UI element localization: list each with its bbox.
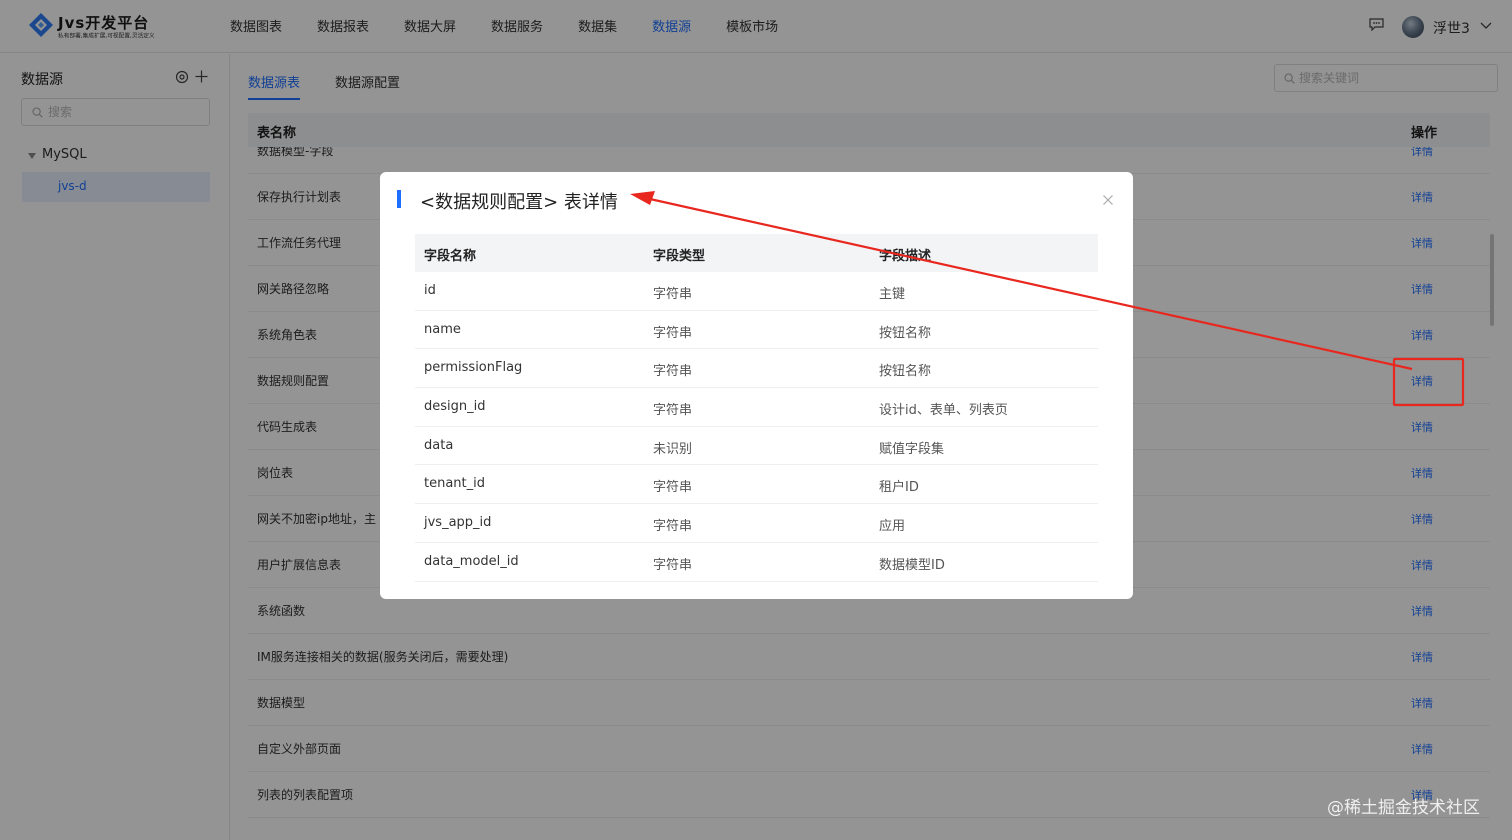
title-accent-bar [397, 190, 401, 208]
watermark: @稀土掘金技术社区 [1327, 798, 1480, 818]
field-row: jvs_app_id 字符串 应用 [415, 504, 1098, 543]
field-table: 字段名称 字段类型 字段描述 id 字符串 主键 name 字符串 按钮名称 permiss… [415, 234, 1098, 582]
field-row: design_id 字符串 设计id、表单、列表页 [415, 388, 1098, 427]
field-name: id [424, 283, 436, 298]
field-type: 字符串 [653, 325, 693, 341]
field-description: 按钮名称 [879, 325, 932, 341]
field-type: 字符串 [653, 480, 693, 496]
field-row: id 字符串 主键 [415, 272, 1098, 311]
field-row: tenant_id 字符串 租户ID [415, 465, 1098, 505]
field-type: 未识别 [653, 441, 693, 457]
field-type: 字符串 [653, 403, 693, 419]
column-header-field-type: 字段类型 [653, 249, 706, 264]
field-description: 租户ID [879, 480, 919, 496]
field-row: name 字符串 按钮名称 [415, 311, 1098, 350]
modal-title: <数据规则配置> 表详情 [420, 192, 618, 213]
field-description: 数据模型ID [879, 557, 945, 573]
column-header-field-name: 字段名称 [424, 249, 477, 264]
field-description: 按钮名称 [879, 364, 932, 380]
field-description: 主键 [879, 287, 906, 302]
field-name: design_id [424, 399, 486, 415]
field-description: 应用 [879, 519, 906, 535]
field-type: 字符串 [653, 557, 693, 573]
field-name: jvs_app_id [424, 515, 492, 531]
field-table-header: 字段名称 字段类型 字段描述 [415, 234, 1098, 272]
field-name: name [424, 321, 461, 337]
field-row: data 未识别 赋值字段集 [415, 427, 1098, 466]
field-type: 字符串 [653, 519, 693, 535]
field-name: permissionFlag [424, 360, 523, 376]
field-description: 设计id、表单、列表页 [879, 403, 1008, 419]
field-row: permissionFlag 字符串 按钮名称 [415, 349, 1098, 389]
field-name: data_model_id [424, 553, 519, 569]
field-type: 字符串 [653, 287, 693, 302]
field-row: data_model_id 字符串 数据模型ID [415, 543, 1098, 582]
field-description: 赋值字段集 [879, 441, 945, 457]
field-name: data [424, 437, 454, 453]
table-detail-modal: <数据规则配置> 表详情 字段名称 字段类型 字段描述 id 字符串 主键 name 字… [380, 172, 1133, 599]
close-icon[interactable] [1102, 194, 1114, 206]
column-header-field-desc: 字段描述 [879, 249, 932, 264]
field-name: tenant_id [424, 476, 486, 492]
field-type: 字符串 [653, 364, 693, 380]
